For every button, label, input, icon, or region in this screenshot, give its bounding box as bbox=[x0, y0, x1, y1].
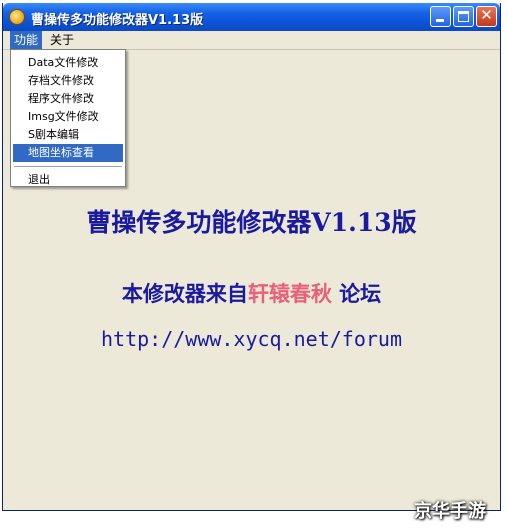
menu-item-program-file[interactable]: 程序文件修改 bbox=[13, 90, 123, 108]
menu-item-script-editor[interactable]: S剧本编辑 bbox=[13, 126, 123, 144]
window-title: 曹操传多功能修改器V1.13版 bbox=[31, 13, 204, 28]
app-icon[interactable] bbox=[9, 9, 25, 25]
subtitle-prefix: 本修改器来自 bbox=[121, 281, 248, 306]
menu-separator bbox=[14, 166, 122, 167]
forum-url: http://www.xycq.net/forum bbox=[100, 327, 403, 351]
menu-about[interactable]: 关于 bbox=[46, 31, 78, 49]
maximize-icon bbox=[458, 11, 469, 22]
menu-bar: 功能 关于 bbox=[3, 31, 500, 50]
maximize-button[interactable] bbox=[453, 6, 474, 27]
title-bar[interactable]: 曹操传多功能修改器V1.13版 ✕ bbox=[3, 3, 500, 31]
close-button[interactable]: ✕ bbox=[476, 6, 497, 27]
minimize-icon bbox=[436, 19, 444, 22]
menu-item-data-file[interactable]: Data文件修改 bbox=[13, 54, 123, 72]
function-dropdown-menu: Data文件修改 存档文件修改 程序文件修改 Imsg文件修改 S剧本编辑 地图… bbox=[10, 49, 126, 187]
main-title: 曹操传多功能修改器V1.13版 bbox=[86, 208, 417, 237]
menu-function[interactable]: 功能 bbox=[10, 31, 43, 49]
subtitle: 本修改器来自轩辕春秋 论坛 bbox=[3, 278, 500, 308]
watermark: 京华手游 bbox=[414, 501, 486, 522]
close-icon: ✕ bbox=[480, 6, 493, 24]
minimize-button[interactable] bbox=[430, 6, 451, 27]
menu-item-imsg-file[interactable]: Imsg文件修改 bbox=[13, 108, 123, 126]
app-window: 曹操传多功能修改器V1.13版 ✕ 功能 关于 曹操传多功能修改器V1.13版 … bbox=[2, 3, 501, 511]
subtitle-suffix: 论坛 bbox=[339, 281, 382, 306]
menu-item-map-coords[interactable]: 地图坐标查看 bbox=[13, 144, 123, 162]
menu-item-exit[interactable]: 退出 bbox=[13, 171, 123, 189]
menu-item-save-file[interactable]: 存档文件修改 bbox=[13, 72, 123, 90]
subtitle-highlight: 轩辕春秋 bbox=[247, 281, 332, 306]
